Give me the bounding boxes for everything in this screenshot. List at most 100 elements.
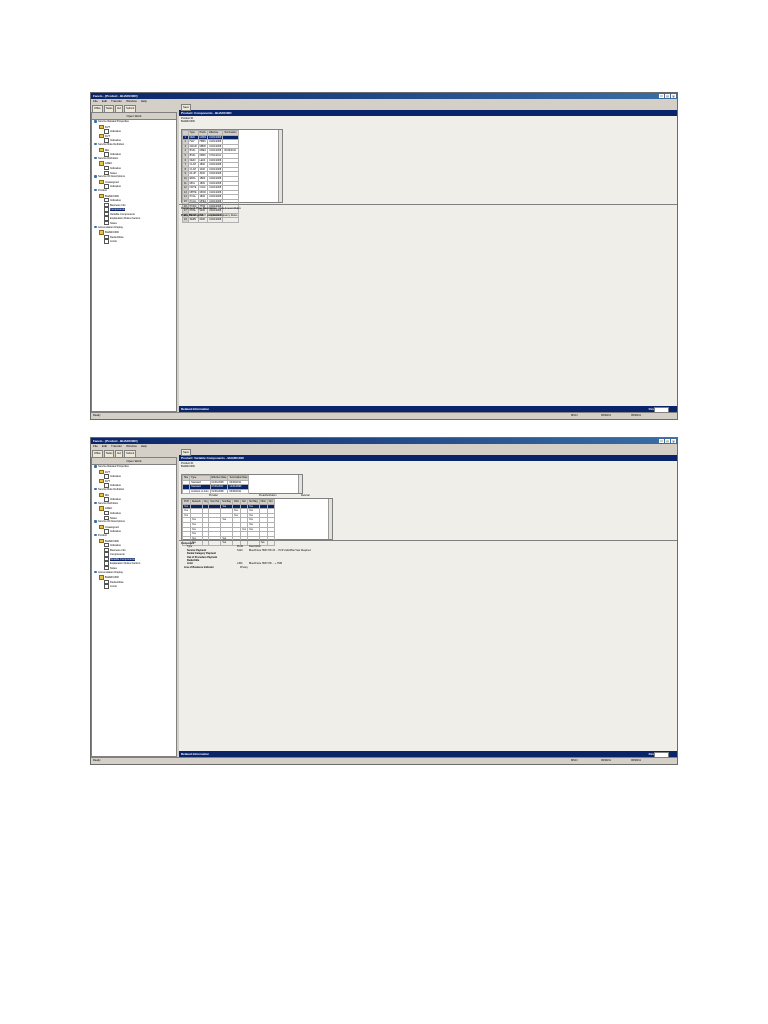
group-provider: Provider xyxy=(209,494,218,497)
table-row[interactable]: Standard 01/01/2008 06/30/2011 xyxy=(181,479,250,486)
tree-node-label: Deductibles xyxy=(110,580,124,584)
product-id-value: BHARC30D xyxy=(181,120,195,124)
close-icon[interactable]: × xyxy=(671,439,676,444)
tree-node-label: Components xyxy=(110,553,125,557)
tree-node[interactable]: Limits xyxy=(92,239,176,244)
status-date-1: 06/30/11 xyxy=(601,759,611,762)
status-bar: Ready MSCI 06/30/11 06/30/11 xyxy=(91,757,677,764)
maximize-icon[interactable]: □ xyxy=(665,94,670,99)
tree-node-label: Notes xyxy=(110,221,117,225)
table-cell: 0400 xyxy=(197,217,209,223)
table-cell: 01/01/2008 xyxy=(207,157,224,164)
tree-node-label: Variable Components xyxy=(110,557,135,561)
tree-node-label: Product xyxy=(98,188,107,192)
main-toolbar: Office Tasks Ext Submit xyxy=(91,449,177,458)
tree-node-label: Notes xyxy=(110,516,117,520)
table-cell: 01/01/2008 xyxy=(207,194,224,200)
tree-node-label: Indicative xyxy=(110,198,121,202)
table-row[interactable]: 19 SERV 0400 01/01/2008 xyxy=(182,217,239,223)
tree-node-label: Components xyxy=(110,208,125,212)
table-row[interactable]: Standard 07/01/2011 12/31/9999 xyxy=(181,484,250,490)
tree-node-label: Business Info xyxy=(110,548,126,552)
related-information-label: Related Information xyxy=(181,407,210,411)
window-title: Facets - [Product - BHARC30D] xyxy=(93,439,138,443)
grid-scrollbar[interactable] xyxy=(298,475,302,493)
column-header[interactable]: Termination xyxy=(222,130,239,136)
group-icon xyxy=(94,189,97,192)
status-text: Ready xyxy=(93,414,101,417)
navigation-tree: Open Work Service Related Properties DVT I… xyxy=(91,457,177,757)
group-icon xyxy=(94,175,97,178)
status-date-1: 06/30/11 xyxy=(601,414,611,417)
tree-node-label: Service ID Descriptions xyxy=(98,520,125,524)
tree-node-label: Deductibles xyxy=(110,235,124,239)
tree-node-label: Accumulators Display xyxy=(98,225,123,229)
tree-node-label: Indicative xyxy=(110,166,121,170)
main-toolbar: Office Tasks Ext Submit xyxy=(91,104,177,113)
pane-splitter[interactable] xyxy=(179,204,677,205)
tree-node[interactable]: Limits xyxy=(92,584,176,589)
window-title: Facets - [Product - BHARC30D] xyxy=(93,94,138,98)
product-id-value: BHARC30D xyxy=(181,465,195,469)
close-icon[interactable]: × xyxy=(671,94,676,99)
minimize-icon[interactable]: _ xyxy=(659,439,664,444)
tree-node-label: Notes xyxy=(110,566,117,570)
related-information-label: Related Information xyxy=(181,752,210,756)
column-header[interactable]: Not Bag xyxy=(220,499,233,505)
prefix-desc-label: Prefix Description xyxy=(181,214,204,217)
minimize-icon[interactable]: _ xyxy=(659,94,664,99)
group-icon xyxy=(94,143,97,146)
tree-node-label: Indicative xyxy=(110,185,121,189)
tree-node-label: Service Rule Definition xyxy=(98,487,125,491)
table-cell: 01/01/2008 xyxy=(207,166,224,173)
table-cell: 01/01/2008 xyxy=(207,217,224,223)
tree-node-label: Business Info xyxy=(110,203,126,207)
tree-node-label: BHARC30D xyxy=(105,194,119,198)
components-grid[interactable]: Type Prefix Effective Termination 1 DEN MAB1 0… xyxy=(181,129,283,223)
open-work-tab[interactable]: Open Work xyxy=(92,458,176,465)
table-cell: 01/01/2008 xyxy=(207,162,224,168)
provider-rules-grid[interactable]: PCP Network Ctg Non Par Not Bag Obtn Not Not Ba… xyxy=(181,498,333,546)
tree-node-label: DVT xyxy=(105,125,111,129)
status-date-2: 06/30/11 xyxy=(631,759,641,762)
column-header[interactable]: Non Par xyxy=(208,499,222,505)
variable-components-grid[interactable]: Site Type Effective Date Termination Date S… xyxy=(181,474,303,495)
column-header[interactable]: Not Bag xyxy=(246,499,260,505)
group-icon xyxy=(94,501,97,505)
tree-node-label: Service Definition xyxy=(98,501,119,505)
open-work-tab[interactable]: Open Work xyxy=(92,113,176,120)
group-icon xyxy=(94,120,97,123)
status-user: MSCI xyxy=(571,414,578,417)
lob-label: Line of Business Indicator xyxy=(184,565,214,569)
tree-node-label: Product xyxy=(98,533,107,537)
tree-node-label: Service ID Descriptions xyxy=(98,175,125,179)
screenshot-components: Facets - [Product - BHARC30D] _ □ × File… xyxy=(90,92,678,420)
doc-icon xyxy=(104,584,109,589)
column-header[interactable]: Termination Date xyxy=(227,475,250,481)
tree-node-label: Explanation Rules Factors xyxy=(110,217,141,221)
group-referral: Referral xyxy=(301,494,310,497)
tree-node-label: Indicative xyxy=(110,484,121,488)
column-header[interactable]: Network xyxy=(189,499,203,505)
grid-scrollbar[interactable] xyxy=(328,499,332,539)
group-icon xyxy=(94,225,97,229)
table-row[interactable]: 4 BSIG DBE4 01/01/2008 06/30/2011 xyxy=(182,148,239,154)
table-cell: SERV xyxy=(187,217,199,223)
status-user: MSCI xyxy=(571,759,578,762)
pane-splitter[interactable] xyxy=(179,540,677,541)
table-cell: 01/01/2008 xyxy=(207,180,224,187)
table-cell: 01/01/2008 xyxy=(207,139,224,145)
table-cell: 01/01/2008 xyxy=(207,148,224,154)
table-cell: 01/01/2008 xyxy=(207,134,224,141)
table-cell: Accident or Auto xyxy=(189,488,211,495)
table-cell: 06/30/2011 xyxy=(227,488,250,495)
tree-node-label: Indicative xyxy=(110,543,121,547)
tree-node-label: Indicative xyxy=(110,130,121,134)
column-header[interactable]: Effective Date xyxy=(209,475,229,481)
component-detail: Component Type Description Data Amount R… xyxy=(181,207,241,218)
type-desc-label: Component Type Description xyxy=(181,207,217,210)
grid-scrollbar[interactable] xyxy=(278,130,282,202)
maximize-icon[interactable]: □ xyxy=(665,439,670,444)
group-icon xyxy=(94,520,97,523)
tree-node-label: Service Related Properties xyxy=(98,465,129,468)
